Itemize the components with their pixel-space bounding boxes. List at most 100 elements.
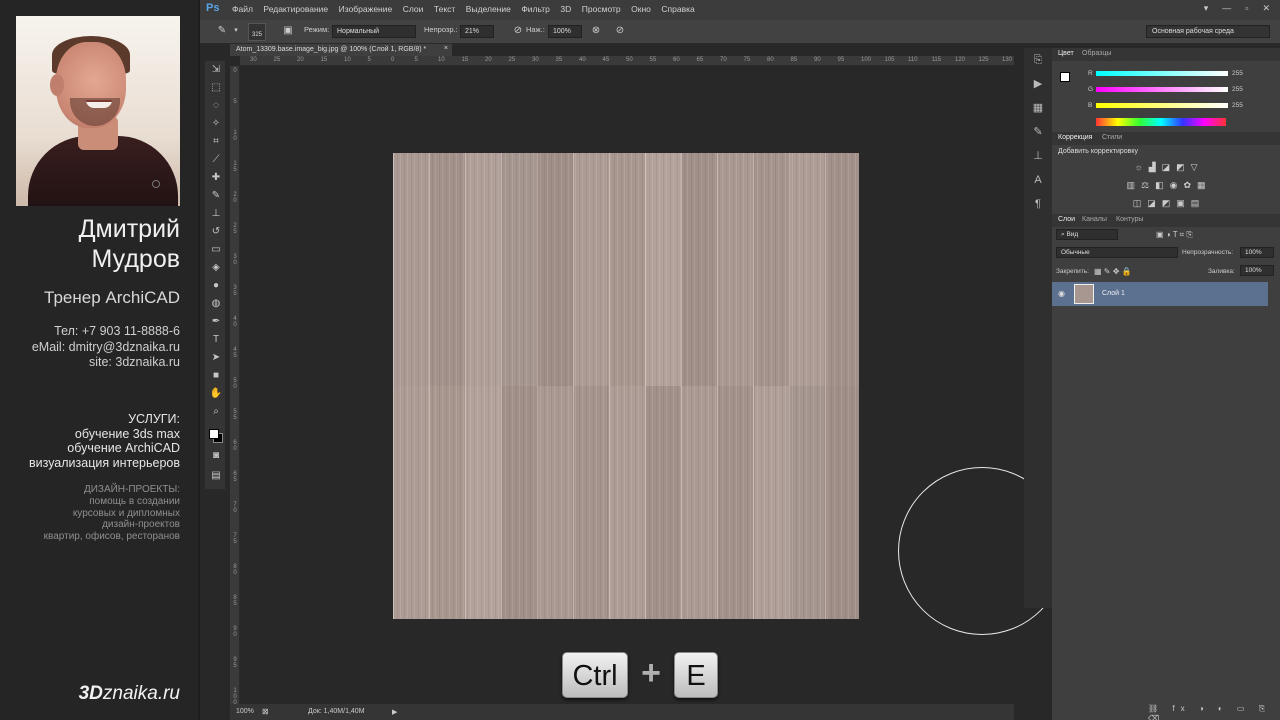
marquee-tool-icon[interactable]: ⬚ <box>205 79 227 97</box>
hand-tool-icon[interactable]: ✋ <box>205 385 227 403</box>
lasso-tool-icon[interactable]: ◌ <box>205 97 227 115</box>
paragraph-panel-icon[interactable]: ¶ <box>1024 192 1052 216</box>
shape-tool-icon[interactable]: ■ <box>205 367 227 385</box>
color-lookup-icon[interactable]: ▦ <box>1197 180 1206 198</box>
layer-kind-filter[interactable]: ⌕ Вид <box>1056 229 1118 240</box>
crop-tool-icon[interactable]: ⌗ <box>205 133 227 151</box>
layer-row[interactable]: ◉ Слой 1 <box>1052 282 1268 306</box>
flow-input[interactable]: 100% <box>548 25 582 38</box>
menu-window[interactable]: Окно <box>631 4 651 14</box>
blur-tool-icon[interactable]: ● <box>205 277 227 295</box>
type-tool-icon[interactable]: T <box>205 331 227 349</box>
menu-3d[interactable]: 3D <box>560 4 571 14</box>
tab-adjustments[interactable]: Коррекция <box>1058 134 1092 141</box>
tab-layers[interactable]: Слои <box>1058 216 1075 223</box>
status-menu-arrow[interactable]: ▶ <box>392 708 397 716</box>
character-panel-icon[interactable]: A <box>1024 168 1052 192</box>
history-brush-icon[interactable]: ↺ <box>205 223 227 241</box>
brush-panel-icon[interactable]: ▣ <box>282 25 294 37</box>
mode-select[interactable]: Нормальный <box>332 25 416 38</box>
brush-presets-icon[interactable]: ✎ <box>1024 120 1052 144</box>
tab-swatches[interactable]: Образцы <box>1082 50 1111 57</box>
menu-select[interactable]: Выделение <box>466 4 511 14</box>
zoom-level[interactable]: 100% <box>236 708 254 715</box>
red-value[interactable]: 255 <box>1232 70 1243 77</box>
menu-type[interactable]: Текст <box>434 4 455 14</box>
layer-footer-icons[interactable]: ⛓ fx ◑ ◐ ▭ ⎘ ⌫ <box>1148 704 1280 720</box>
menu-help[interactable]: Справка <box>661 4 694 14</box>
layer-name[interactable]: Слой 1 <box>1102 290 1125 297</box>
exposure-icon[interactable]: ◩ <box>1176 162 1185 180</box>
color-spectrum[interactable] <box>1096 118 1226 126</box>
magic-wand-tool-icon[interactable]: ✧ <box>205 115 227 133</box>
photo-filter-icon[interactable]: ◉ <box>1170 180 1178 198</box>
actions-panel-icon[interactable]: ▶ <box>1024 72 1052 96</box>
zoom-tool-icon[interactable]: ⌕ <box>205 403 227 421</box>
tab-channels[interactable]: Каналы <box>1082 216 1107 223</box>
red-slider[interactable]: R 255 <box>1088 70 1268 78</box>
workspace-select[interactable]: Основная рабочая среда <box>1146 25 1270 38</box>
visibility-eye-icon[interactable]: ◉ <box>1058 289 1065 298</box>
canvas-area[interactable] <box>241 67 1066 704</box>
menu-image[interactable]: Изображение <box>339 4 393 14</box>
blend-mode-select[interactable]: Обычные <box>1056 247 1178 258</box>
tab-paths[interactable]: Контуры <box>1116 216 1143 223</box>
wood-texture-image[interactable] <box>393 153 859 619</box>
lock-icons[interactable]: ▦ ✎ ✥ 🔒 <box>1094 267 1132 276</box>
menu-layers[interactable]: Слои <box>403 4 424 14</box>
foreground-color-swatch[interactable] <box>209 429 219 439</box>
gradient-tool-icon[interactable]: ◈ <box>205 259 227 277</box>
history-panel-icon[interactable]: ⎘ <box>1024 48 1052 72</box>
move-tool-icon[interactable]: ⇲ <box>205 61 227 79</box>
green-value[interactable]: 255 <box>1232 86 1243 93</box>
color-balance-icon[interactable]: ⚖ <box>1141 180 1149 198</box>
eyedropper-tool-icon[interactable]: ⟋ <box>205 151 227 169</box>
blue-value[interactable]: 255 <box>1232 102 1243 109</box>
document-tab[interactable]: Atom_13309.base.image_big.jpg @ 100% (Сл… <box>230 44 452 56</box>
vibrance-icon[interactable]: ▽ <box>1191 162 1198 180</box>
brush-preset-picker[interactable]: 325 <box>248 23 266 41</box>
minimize-button[interactable]: — <box>1222 3 1231 14</box>
layer-filter-icons[interactable]: ▣ ◑ T ⌗ ⎘ <box>1156 230 1193 240</box>
close-tab-icon[interactable]: × <box>444 45 448 52</box>
menu-file[interactable]: Файл <box>232 4 253 14</box>
menu-edit[interactable]: Редактирование <box>263 4 328 14</box>
close-button[interactable]: ✕ <box>1262 3 1270 14</box>
export-icon[interactable]: ⊠ <box>262 707 269 716</box>
chevron-down-icon[interactable]: ▾ <box>230 25 242 37</box>
menu-view[interactable]: Просмотр <box>582 4 621 14</box>
brightness-icon[interactable]: ☼ <box>1134 162 1142 180</box>
opacity-input[interactable]: 21% <box>460 25 494 38</box>
airbrush-icon[interactable]: ⊗ <box>590 25 602 37</box>
stamp-tool-icon[interactable]: ⊥ <box>205 205 227 223</box>
properties-panel-icon[interactable]: ▦ <box>1024 96 1052 120</box>
blue-slider[interactable]: B 255 <box>1088 102 1268 110</box>
path-select-tool-icon[interactable]: ➤ <box>205 349 227 367</box>
channel-mixer-icon[interactable]: ✿ <box>1183 180 1191 198</box>
tablet-pressure-icon[interactable]: ⊘ <box>614 25 626 37</box>
black-white-icon[interactable]: ◧ <box>1155 180 1164 198</box>
airbrush-pressure-icon[interactable]: ⊘ <box>512 25 524 37</box>
quick-mask-icon[interactable]: ◙ <box>205 447 227 465</box>
color-fg-swatch[interactable] <box>1060 72 1070 82</box>
levels-icon[interactable]: ▟ <box>1149 162 1156 180</box>
tab-color[interactable]: Цвет <box>1058 50 1074 57</box>
fill-input[interactable]: 100% <box>1240 265 1274 276</box>
healing-tool-icon[interactable]: ✚ <box>205 169 227 187</box>
pen-tool-icon[interactable]: ✒ <box>205 313 227 331</box>
green-slider[interactable]: G 255 <box>1088 86 1268 94</box>
brush-tool-icon[interactable]: ✎ <box>205 187 227 205</box>
maximize-button[interactable]: ▫ <box>1245 3 1248 14</box>
layer-opacity-input[interactable]: 100% <box>1240 247 1274 258</box>
eraser-tool-icon[interactable]: ▭ <box>205 241 227 259</box>
layer-thumbnail[interactable] <box>1074 284 1094 304</box>
screen-mode-icon[interactable]: ▤ <box>205 467 227 485</box>
arrange-button[interactable]: ▾ <box>1204 3 1209 14</box>
hue-saturation-icon[interactable]: ▥ <box>1126 180 1135 198</box>
brush-tool-icon[interactable]: ✎ <box>216 25 228 37</box>
menu-filter[interactable]: Фильтр <box>521 4 550 14</box>
tab-styles[interactable]: Стили <box>1102 134 1122 141</box>
dodge-tool-icon[interactable]: ◍ <box>205 295 227 313</box>
clone-source-icon[interactable]: ⊥ <box>1024 144 1052 168</box>
curves-icon[interactable]: ◪ <box>1162 162 1171 180</box>
